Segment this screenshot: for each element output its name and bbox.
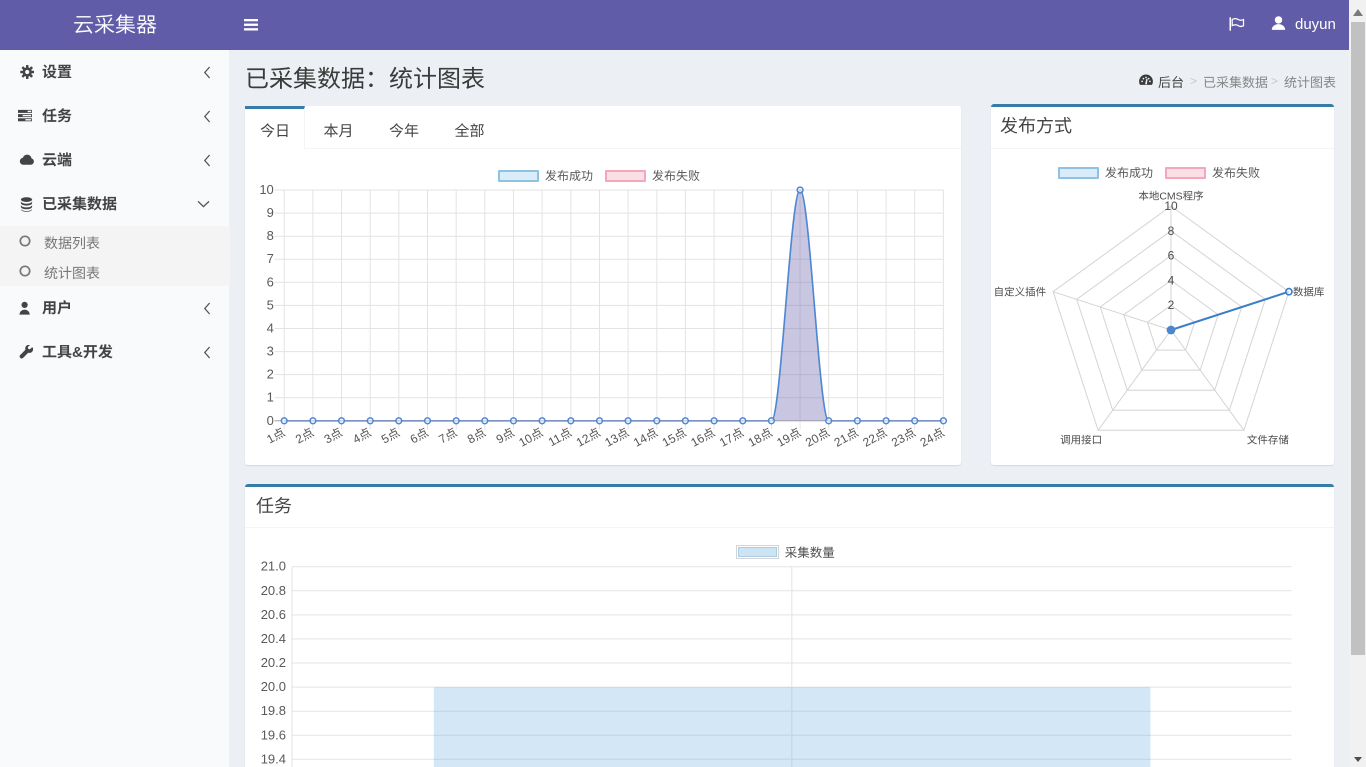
svg-text:文件存储: 文件存储 (1247, 432, 1289, 447)
svg-text:16点: 16点 (687, 423, 717, 450)
svg-text:19点: 19点 (773, 423, 803, 450)
svg-text:调用接口: 调用接口 (1060, 432, 1102, 447)
svg-text:9: 9 (267, 205, 274, 220)
svg-text:4: 4 (1168, 273, 1175, 287)
svg-text:20.6: 20.6 (261, 607, 286, 622)
svg-text:6: 6 (1168, 249, 1175, 263)
svg-text:6: 6 (267, 274, 274, 289)
svg-text:10: 10 (259, 182, 273, 197)
svg-text:0: 0 (267, 413, 274, 428)
svg-text:4: 4 (267, 321, 274, 336)
svg-text:20点: 20点 (802, 423, 832, 450)
svg-text:20.8: 20.8 (261, 583, 286, 598)
svg-text:23点: 23点 (888, 423, 918, 450)
svg-text:5: 5 (267, 297, 274, 312)
svg-text:19.6: 19.6 (261, 727, 286, 742)
svg-text:20.0: 20.0 (261, 679, 286, 694)
svg-text:3: 3 (267, 344, 274, 359)
svg-text:22点: 22点 (859, 423, 889, 450)
svg-text:24点: 24点 (917, 423, 947, 450)
svg-text:数据库: 数据库 (1293, 285, 1325, 300)
svg-text:自定义插件: 自定义插件 (994, 285, 1047, 300)
svg-text:10点: 10点 (515, 423, 545, 450)
svg-text:17点: 17点 (716, 423, 746, 450)
svg-text:19.4: 19.4 (261, 751, 286, 766)
svg-text:21.0: 21.0 (261, 559, 286, 574)
svg-text:15点: 15点 (659, 423, 689, 450)
svg-text:19.8: 19.8 (261, 703, 286, 718)
svg-text:20.2: 20.2 (261, 655, 286, 670)
svg-text:21点: 21点 (831, 423, 861, 450)
svg-text:8: 8 (267, 228, 274, 243)
svg-text:11点: 11点 (545, 423, 575, 450)
svg-text:14点: 14点 (630, 423, 660, 450)
svg-text:2: 2 (1168, 298, 1175, 312)
svg-text:20.4: 20.4 (261, 631, 286, 646)
svg-text:13点: 13点 (601, 423, 631, 450)
svg-text:18点: 18点 (745, 423, 775, 450)
svg-text:12点: 12点 (573, 423, 603, 450)
svg-text:本地CMS程序: 本地CMS程序 (1138, 189, 1203, 204)
svg-text:7: 7 (267, 251, 274, 266)
svg-text:1: 1 (267, 390, 274, 405)
svg-text:2: 2 (267, 367, 274, 382)
svg-text:8: 8 (1168, 224, 1175, 238)
